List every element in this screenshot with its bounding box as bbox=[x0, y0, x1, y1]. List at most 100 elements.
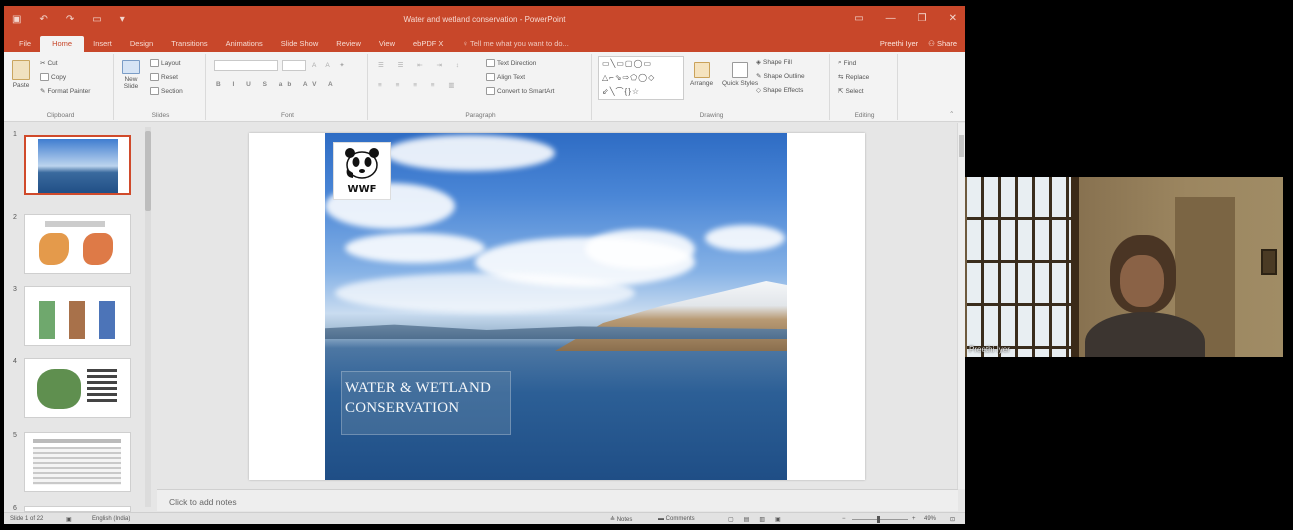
layout-button[interactable]: Layout bbox=[150, 59, 181, 67]
slide-thumbnail-4[interactable] bbox=[24, 358, 131, 418]
tab-view[interactable]: View bbox=[370, 39, 404, 52]
format-painter-button[interactable]: ✎ Format Painter bbox=[40, 87, 90, 96]
tell-me-text: Tell me what you want to do... bbox=[470, 39, 569, 48]
wwf-logo-text: WWF bbox=[347, 184, 377, 195]
tab-design[interactable]: Design bbox=[121, 39, 162, 52]
notes-label: Notes bbox=[616, 517, 633, 523]
align-text-button[interactable]: Align Text bbox=[486, 73, 525, 81]
spellcheck-icon[interactable]: ▣ bbox=[66, 516, 72, 523]
clipboard-group-label: Clipboard bbox=[46, 112, 75, 119]
zoom-slider[interactable] bbox=[852, 519, 908, 520]
thumbnail-preview bbox=[99, 301, 115, 339]
person-icon: ⚇ bbox=[928, 39, 937, 48]
font-size-controls[interactable]: A A ✦ bbox=[312, 61, 349, 69]
paragraph-group-label: Paragraph bbox=[465, 112, 496, 119]
text-direction-button[interactable]: Text Direction bbox=[486, 59, 536, 67]
scrollbar-thumb[interactable] bbox=[145, 131, 151, 211]
copy-button[interactable]: Copy bbox=[40, 73, 66, 81]
layout-icon bbox=[150, 59, 159, 67]
pen-icon: ✎ bbox=[756, 73, 762, 80]
thumbnail-preview bbox=[87, 369, 117, 405]
shape-effects-label: Shape Effects bbox=[763, 86, 804, 94]
fit-slide-icon[interactable]: ⊡ bbox=[950, 516, 955, 523]
text-direction-icon bbox=[486, 59, 495, 67]
lake-mountain-photo: WWF WATER & WETLAND CONSERVATION bbox=[325, 133, 787, 480]
find-icon: ⌕ bbox=[838, 59, 842, 66]
select-icon: ⇱ bbox=[838, 88, 844, 95]
paragraph-group: ☰ ☰ ⇤ ⇥ ↕ ≡ ≡ ≡ ≡ ▥ Text Direction Align… bbox=[370, 54, 592, 120]
cloud bbox=[345, 233, 485, 263]
tab-slide-show[interactable]: Slide Show bbox=[272, 39, 328, 52]
cut-button[interactable]: ✂ Cut bbox=[40, 59, 58, 68]
thumbnail-preview bbox=[38, 139, 118, 193]
reset-label: Reset bbox=[161, 73, 178, 81]
cloud bbox=[585, 229, 695, 269]
window-controls: ▭ — ❐ ✕ bbox=[854, 13, 957, 24]
current-slide[interactable]: WWF WATER & WETLAND CONSERVATION bbox=[249, 133, 865, 480]
window-title: Water and wetland conservation - PowerPo… bbox=[403, 15, 566, 24]
quick-styles-button[interactable]: Quick Styles bbox=[722, 62, 758, 87]
replace-label: Replace bbox=[845, 73, 870, 81]
participant-face bbox=[1120, 255, 1164, 307]
reset-button[interactable]: Reset bbox=[150, 73, 178, 81]
paste-label: Paste bbox=[12, 82, 30, 89]
paste-button[interactable]: Paste bbox=[12, 60, 30, 89]
shape-fill-button[interactable]: ◈ Shape Fill bbox=[756, 58, 792, 67]
share-button[interactable]: ⚇ Share bbox=[928, 39, 957, 52]
thumbnail-scrollbar[interactable] bbox=[145, 127, 151, 507]
slide-thumbnail-5[interactable] bbox=[24, 432, 131, 492]
tab-animations[interactable]: Animations bbox=[217, 39, 272, 52]
zoom-level[interactable]: 49% bbox=[924, 516, 936, 522]
notes-icon: ≜ bbox=[610, 517, 617, 523]
font-size-box[interactable] bbox=[282, 60, 306, 71]
zoom-in-icon[interactable]: + bbox=[912, 516, 916, 522]
close-icon[interactable]: ✕ bbox=[949, 13, 957, 24]
thumbnail-preview bbox=[39, 301, 55, 339]
slide-title-box[interactable]: WATER & WETLAND CONSERVATION bbox=[341, 371, 511, 435]
replace-button[interactable]: ⇆ Replace bbox=[838, 73, 870, 82]
shapes-gallery[interactable]: ▭╲▭▢◯▭ △⌐⇘⇨⬠◯◇ ⇙╲⌒{}☆ bbox=[598, 56, 684, 100]
status-bar: Slide 1 of 22 ▣ English (India) ≜ Notes … bbox=[4, 512, 965, 524]
participant-name: Preethi Iyer bbox=[969, 345, 1010, 354]
tab-file[interactable]: File bbox=[10, 39, 40, 52]
align-buttons[interactable]: ≡ ≡ ≡ ≡ ▥ bbox=[378, 81, 461, 89]
ribbon-display-icon[interactable]: ▭ bbox=[854, 13, 863, 24]
tab-ebpdf[interactable]: ebPDF X bbox=[404, 39, 452, 52]
notes-toggle[interactable]: ≜ Notes bbox=[610, 516, 632, 523]
language-indicator[interactable]: English (India) bbox=[92, 516, 130, 522]
new-slide-button[interactable]: New Slide bbox=[120, 60, 142, 90]
find-button[interactable]: ⌕ Find bbox=[838, 59, 856, 67]
view-buttons[interactable]: ▢▤▥▣ bbox=[728, 516, 791, 523]
shape-effects-button[interactable]: ◇ Shape Effects bbox=[756, 86, 804, 95]
font-name-box[interactable] bbox=[214, 60, 278, 71]
tab-home[interactable]: Home bbox=[40, 36, 85, 52]
restore-icon[interactable]: ❐ bbox=[918, 13, 927, 24]
zoom-slider-thumb[interactable] bbox=[877, 516, 880, 523]
section-button[interactable]: Section bbox=[150, 87, 183, 95]
scrollbar-thumb[interactable] bbox=[959, 135, 964, 157]
collapse-ribbon-icon[interactable]: ⌃ bbox=[949, 110, 954, 118]
tab-review[interactable]: Review bbox=[327, 39, 370, 52]
zoom-out-icon[interactable]: − bbox=[842, 516, 846, 522]
smartart-button[interactable]: Convert to SmartArt bbox=[486, 87, 554, 95]
tab-insert[interactable]: Insert bbox=[84, 39, 121, 52]
ribbon: Paste ✂ Cut Copy ✎ Format Painter Clipboar… bbox=[4, 52, 965, 122]
minimize-icon[interactable]: — bbox=[886, 13, 896, 24]
paste-icon bbox=[12, 60, 30, 80]
thumbnail-number: 6 bbox=[13, 505, 17, 512]
slide-thumbnail-1[interactable] bbox=[24, 135, 131, 195]
list-buttons[interactable]: ☰ ☰ ⇤ ⇥ ↕ bbox=[378, 61, 465, 69]
font-style-buttons[interactable]: B I U S ab AV A bbox=[216, 81, 338, 88]
slide-thumbnail-2[interactable] bbox=[24, 214, 131, 274]
account-name[interactable]: Preethi Iyer bbox=[880, 39, 918, 52]
select-button[interactable]: ⇱ Select bbox=[838, 87, 864, 96]
slide-vertical-scrollbar[interactable] bbox=[957, 123, 965, 489]
thumbnail-preview bbox=[37, 369, 81, 409]
arrange-button[interactable]: Arrange bbox=[690, 62, 713, 87]
tab-transitions[interactable]: Transitions bbox=[162, 39, 216, 52]
shape-outline-button[interactable]: ✎ Shape Outline bbox=[756, 72, 805, 81]
tell-me-search[interactable]: ♀ Tell me what you want to do... bbox=[452, 39, 578, 52]
notes-pane[interactable]: Click to add notes bbox=[157, 489, 958, 511]
slide-thumbnail-3[interactable] bbox=[24, 286, 131, 346]
comments-toggle[interactable]: ▬ Comments bbox=[658, 516, 695, 522]
